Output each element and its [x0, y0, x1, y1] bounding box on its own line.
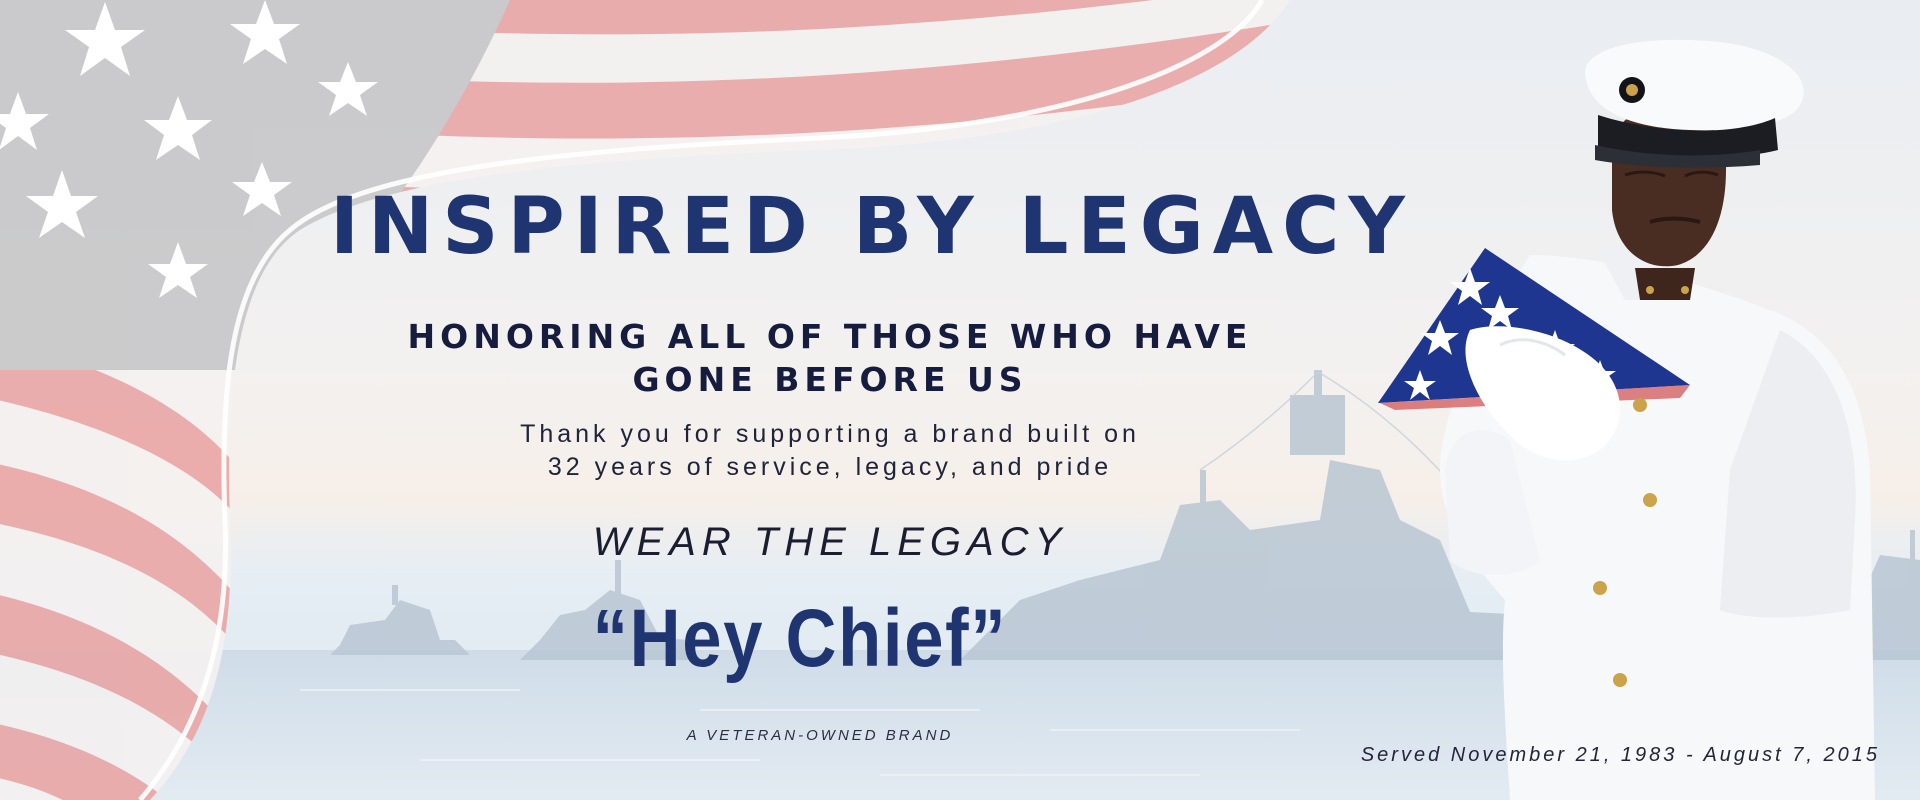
headline: INSPIRED BY LEGACY: [330, 182, 1414, 272]
brand-quote: “Hey Chief”: [592, 593, 1008, 684]
thank-you-line-2: 32 years of service, legacy, and pride: [547, 453, 1113, 481]
veteran-owned-label: A VETERAN-OWNED BRAND: [686, 727, 954, 744]
tagline: WEAR THE LEGACY: [592, 520, 1068, 564]
subheadline: HONORING ALL OF THOSE WHO HAVE GONE BEFO…: [407, 317, 1253, 399]
thank-you-line-1: Thank you for supporting a brand built o…: [520, 420, 1140, 448]
hero-banner: INSPIRED BY LEGACY HONORING ALL OF THOSE…: [0, 0, 1920, 800]
officer-cap: [1585, 39, 1804, 131]
thank-you-message: Thank you for supporting a brand built o…: [480, 418, 1180, 484]
service-dates: Served November 21, 1983 - August 7, 201…: [1360, 744, 1880, 766]
